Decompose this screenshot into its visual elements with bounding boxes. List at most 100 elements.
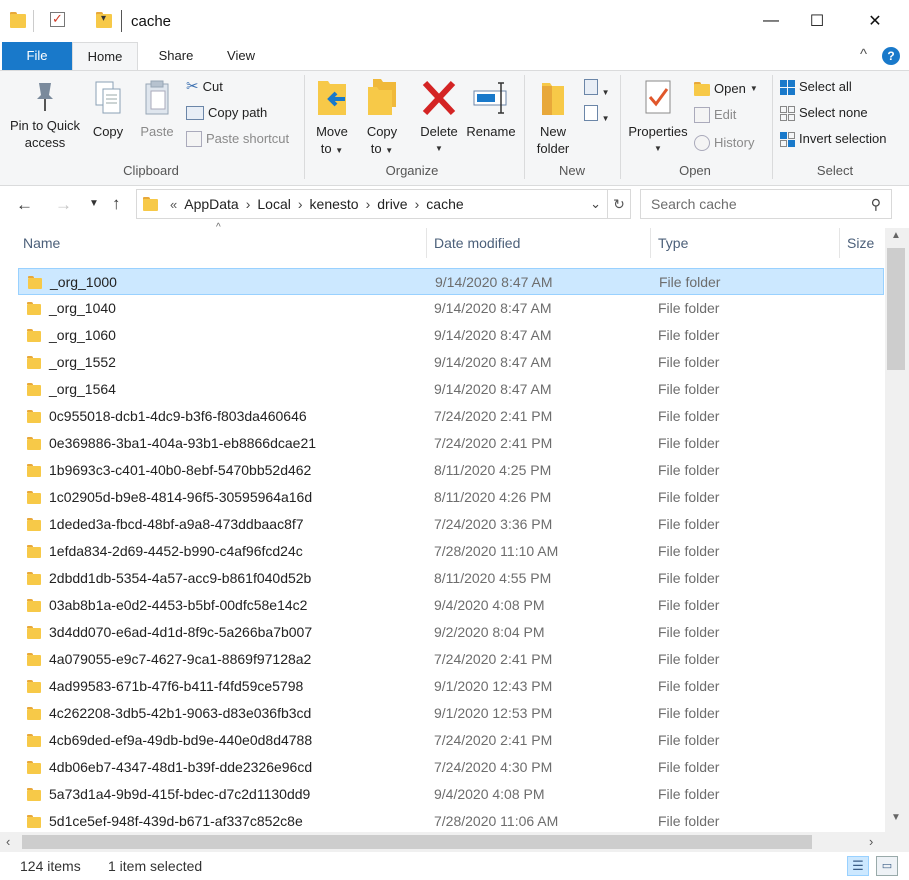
vertical-scroll-thumb[interactable]: [887, 248, 905, 370]
table-row[interactable]: 03ab8b1a-e0d2-4453-b5bf-00dfc58e14c2 9/4/…: [18, 592, 884, 619]
column-header-name[interactable]: Name: [17, 228, 427, 258]
chevron-right-icon[interactable]: ›: [415, 196, 420, 212]
table-row[interactable]: 1deded3a-fbcd-48bf-a9a8-473ddbaac8f7 7/24…: [18, 511, 884, 538]
column-divider[interactable]: [839, 228, 840, 258]
table-row[interactable]: _org_1564 9/14/2020 8:47 AM File folder: [18, 376, 884, 403]
large-icons-view-icon[interactable]: ▭: [876, 856, 898, 876]
edit-button[interactable]: Edit: [694, 104, 736, 126]
column-header-type[interactable]: Type: [652, 228, 840, 258]
column-divider[interactable]: [426, 228, 427, 258]
address-bar[interactable]: « AppData › Local › kenesto › drive › ca…: [136, 189, 631, 219]
copy-button[interactable]: Copy: [86, 79, 130, 140]
table-row[interactable]: 4a079055-e9c7-4627-9ca1-8869f97128a2 7/24…: [18, 646, 884, 673]
folder-icon: [27, 491, 41, 504]
table-row[interactable]: 5d1ce5ef-948f-439d-b671-af337c852c8e 7/28…: [18, 808, 884, 835]
table-row[interactable]: _org_1060 9/14/2020 8:47 AM File folder: [18, 322, 884, 349]
column-header-date-modified[interactable]: Date modified: [428, 228, 650, 258]
chevron-right-icon[interactable]: ›: [366, 196, 371, 212]
scroll-right-icon[interactable]: ›: [869, 834, 873, 849]
breadcrumb-drive[interactable]: drive: [377, 196, 407, 212]
details-view-icon[interactable]: ☰: [847, 856, 869, 876]
cut-button[interactable]: ✂ Cut: [186, 76, 223, 98]
search-placeholder: Search cache: [651, 196, 737, 212]
rename-button[interactable]: Rename: [466, 77, 516, 140]
tab-file[interactable]: File: [2, 42, 72, 70]
customize-quick-access-icon[interactable]: ▾: [101, 13, 106, 24]
tab-share[interactable]: Share: [148, 42, 204, 70]
file-type: File folder: [658, 786, 720, 802]
table-row[interactable]: 0e369886-3ba1-404a-93b1-eb8866dcae21 7/24…: [18, 430, 884, 457]
up-arrow-icon[interactable]: ↑: [112, 194, 121, 214]
breadcrumb-overflow[interactable]: «: [170, 197, 177, 212]
paste-button[interactable]: Paste: [134, 79, 180, 140]
maximize-button[interactable]: ☐: [794, 0, 840, 42]
group-label-select: Select: [816, 163, 854, 178]
table-row[interactable]: 1efda834-2d69-4452-b990-c4af96fcd24c 7/28…: [18, 538, 884, 565]
tab-view[interactable]: View: [214, 42, 268, 70]
window-title: cache: [131, 13, 172, 30]
new-folder-button[interactable]: New folder: [530, 77, 576, 157]
properties-button[interactable]: Properties ▼: [624, 77, 692, 157]
copy-to-button[interactable]: Copy to ▼: [360, 77, 404, 159]
folder-icon: [27, 464, 41, 477]
chevron-right-icon[interactable]: ›: [246, 196, 251, 212]
scroll-down-icon[interactable]: ▼: [891, 812, 901, 823]
copy-path-button[interactable]: Copy path: [186, 102, 267, 124]
folder-icon: [28, 276, 42, 289]
open-button[interactable]: Open ▼: [694, 78, 758, 100]
table-row[interactable]: 4ad99583-671b-47f6-b411-f4fd59ce5798 9/1/…: [18, 673, 884, 700]
move-to-button[interactable]: Move to ▼: [310, 77, 354, 159]
table-row[interactable]: _org_1000 9/14/2020 8:47 AM File folder: [18, 268, 884, 295]
forward-arrow-icon[interactable]: →: [55, 195, 72, 215]
horizontal-scroll-thumb[interactable]: [22, 835, 812, 849]
table-row[interactable]: _org_1040 9/14/2020 8:47 AM File folder: [18, 295, 884, 322]
select-none-button[interactable]: Select none: [780, 102, 868, 124]
column-divider[interactable]: [650, 228, 651, 258]
select-all-button[interactable]: Select all: [780, 76, 852, 98]
file-name: 0e369886-3ba1-404a-93b1-eb8866dcae21: [49, 435, 317, 451]
divider: [121, 10, 122, 32]
table-row[interactable]: 4db06eb7-4347-48d1-b39f-dde2326e96cd 7/24…: [18, 754, 884, 781]
file-type: File folder: [658, 813, 720, 829]
back-arrow-icon[interactable]: ←: [16, 195, 33, 215]
table-row[interactable]: 3d4dd070-e6ad-4d1d-8f9c-5a266ba7b007 9/2/…: [18, 619, 884, 646]
pin-label-line1: Pin to Quick: [9, 118, 81, 133]
breadcrumb-appdata[interactable]: AppData: [184, 196, 238, 212]
refresh-icon[interactable]: ↻: [607, 190, 630, 218]
table-row[interactable]: 4cb69ded-ef9a-49db-bd9e-440e0d8d4788 7/24…: [18, 727, 884, 754]
copy-path-icon: [186, 106, 204, 120]
minimize-button[interactable]: —: [748, 0, 794, 42]
address-dropdown-icon[interactable]: ⌄: [590, 196, 607, 212]
breadcrumb-kenesto[interactable]: kenesto: [310, 196, 359, 212]
scroll-left-icon[interactable]: ‹: [6, 834, 10, 849]
breadcrumb-local[interactable]: Local: [257, 196, 290, 212]
table-row[interactable]: 1b9693c3-c401-40b0-8ebf-5470bb52d462 8/11…: [18, 457, 884, 484]
table-row[interactable]: 1c02905d-b9e8-4814-96f5-30595964a16d 8/11…: [18, 484, 884, 511]
close-button[interactable]: ✕: [852, 0, 898, 42]
properties-quick-icon[interactable]: ✓: [50, 12, 65, 27]
table-row[interactable]: 2dbdd1db-5354-4a57-acc9-b861f040d52b 8/11…: [18, 565, 884, 592]
paste-shortcut-button[interactable]: Paste shortcut: [186, 128, 289, 150]
breadcrumb-cache[interactable]: cache: [426, 196, 463, 212]
collapse-ribbon-icon[interactable]: ^: [860, 46, 867, 63]
table-row[interactable]: 5a73d1a4-9b9d-415f-bdec-d7c2d1130dd9 9/4/…: [18, 781, 884, 808]
table-row[interactable]: 4c262208-3db5-42b1-9063-d83e036fb3cd 9/1/…: [18, 700, 884, 727]
delete-button[interactable]: Delete ▼: [416, 77, 462, 157]
table-row[interactable]: 0c955018-dcb1-4dc9-b3f6-f803da460646 7/24…: [18, 403, 884, 430]
folder-icon: [27, 437, 41, 450]
new-item-button[interactable]: ▼: [584, 79, 614, 99]
recent-locations-icon[interactable]: ▼: [89, 198, 99, 209]
column-header-size[interactable]: Size: [841, 228, 885, 258]
pin-to-quick-access-button[interactable]: Pin to Quick access: [6, 79, 84, 151]
history-button[interactable]: History: [694, 132, 754, 154]
table-row[interactable]: _org_1552 9/14/2020 8:47 AM File folder: [18, 349, 884, 376]
invert-selection-button[interactable]: Invert selection: [780, 128, 886, 150]
tab-home[interactable]: Home: [72, 42, 138, 70]
easy-access-button[interactable]: ▼: [584, 105, 614, 125]
help-icon[interactable]: ?: [882, 47, 900, 65]
chevron-right-icon[interactable]: ›: [298, 196, 303, 212]
search-input[interactable]: Search cache ⚲: [640, 189, 892, 219]
paste-shortcut-label: Paste shortcut: [206, 131, 290, 146]
scroll-up-icon[interactable]: ▲: [891, 230, 901, 241]
delete-x-icon: [422, 80, 456, 116]
